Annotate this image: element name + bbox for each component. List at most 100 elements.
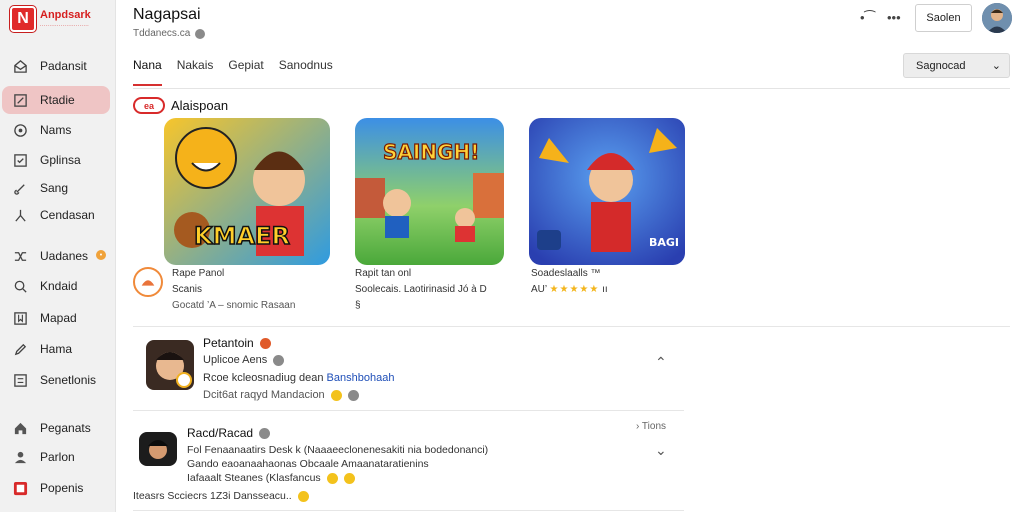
list-item-description: Rcoe kcleosnadiug dean Banshbohaah bbox=[203, 372, 395, 384]
pen-icon bbox=[12, 341, 28, 357]
sidebar-item-gplinsa[interactable]: Gplinsa bbox=[2, 146, 110, 174]
info-icon bbox=[259, 427, 271, 439]
sidebar-item-label: Nams bbox=[40, 123, 72, 137]
card-art-text: KMAER bbox=[193, 221, 290, 251]
list-item-meta: Dcit6at raqyd Mandacion bbox=[203, 389, 359, 401]
game-card-image[interactable]: KMAER bbox=[164, 118, 330, 265]
tabs-divider bbox=[133, 88, 1010, 89]
sidebar-item-label: Padansit bbox=[40, 59, 87, 73]
sidebar-item-label: Sang bbox=[40, 181, 69, 195]
game-card-image[interactable]: SAINGH! bbox=[355, 118, 504, 265]
share-icon[interactable]: •⁀ bbox=[860, 10, 875, 26]
person-icon bbox=[12, 207, 28, 223]
game-card-caption: Rapit tan onl Soolecais. Laotirinasid Jó… bbox=[355, 266, 487, 314]
more-icon[interactable]: ••• bbox=[887, 10, 901, 25]
dropdown-value: Sagnocad bbox=[916, 59, 966, 72]
list-item-title[interactable]: Racd/Racad bbox=[187, 426, 271, 440]
tab-gepiat[interactable]: Gepiat bbox=[228, 58, 263, 86]
list-item-title[interactable]: Petantoin bbox=[203, 336, 271, 350]
emoji-icon bbox=[297, 490, 309, 502]
sidebar-item-label: Rtadie bbox=[40, 93, 75, 107]
sidebar-item-label: Popenis bbox=[40, 481, 84, 495]
game-card-caption: Rape Panol Scanis Gocatd ’A – snomic Ras… bbox=[172, 266, 295, 314]
tab-bar: Nana Nakais Gepiat Sanodnus bbox=[133, 58, 333, 86]
sidebar-item-label: Parlon bbox=[40, 450, 75, 464]
card-subtitle: Soolecais. Laotirinasid Jó à D bbox=[355, 284, 487, 295]
sidebar-item-rtadie[interactable]: Rtadie bbox=[2, 86, 110, 114]
list-item-meta-right: › Tions bbox=[636, 421, 667, 432]
sidebar-item-cendasan[interactable]: Cendasan bbox=[2, 201, 110, 229]
sidebar-item-sang[interactable]: Sang bbox=[2, 174, 110, 202]
list-item-thumbnail[interactable] bbox=[146, 340, 194, 390]
list-divider bbox=[133, 410, 684, 411]
card-title[interactable]: Rape Panol bbox=[172, 266, 295, 282]
list-item-line: Gando eaoanaahaonas Obcaale Amaanatarati… bbox=[187, 458, 429, 470]
sidebar-item-senetlonis[interactable]: Senetlonis bbox=[2, 366, 110, 394]
sidebar-item-label: Kndaid bbox=[40, 279, 78, 293]
section-divider bbox=[133, 326, 1010, 327]
red-square-icon bbox=[12, 480, 28, 496]
emoji-icon bbox=[330, 389, 342, 401]
sidebar-item-label: Gplinsa bbox=[40, 153, 81, 167]
sidebar-item-peganats[interactable]: Peganats bbox=[2, 414, 110, 442]
section-logo-icon: ea bbox=[133, 97, 165, 114]
card-title[interactable]: Soadeslaalls ™ bbox=[531, 266, 608, 282]
header-action-button[interactable]: Saolen bbox=[915, 4, 972, 32]
rating-row: AU’ ★★★★★ ıı bbox=[531, 284, 608, 295]
brand-logo[interactable]: N Anpdsark .......................... bbox=[10, 6, 91, 32]
sidebar-item-popenis[interactable]: Popenis bbox=[2, 474, 110, 502]
document-check-icon bbox=[12, 152, 28, 168]
tab-sanodnus[interactable]: Sanodnus bbox=[279, 58, 333, 86]
chevron-down-icon[interactable]: ⌄ bbox=[655, 442, 667, 459]
emoji-icon bbox=[343, 472, 355, 484]
user-avatar[interactable] bbox=[982, 3, 1012, 33]
info-icon[interactable] bbox=[195, 28, 206, 39]
section-header: ea Alaispoan bbox=[133, 97, 228, 114]
list-item-subtitle: Uplicoe Aens bbox=[203, 354, 285, 366]
list-item-line: Fol Fenaanaatirs Desk k (Naaaeeclonenesa… bbox=[187, 444, 489, 456]
sort-dropdown[interactable]: Sagnocad ⌄ bbox=[903, 53, 1010, 78]
notification-badge: • bbox=[96, 250, 106, 260]
sidebar-item-uadanes[interactable]: Uadanes • bbox=[2, 242, 110, 270]
sidebar-item-label: Hama bbox=[40, 342, 73, 356]
list-item-link[interactable]: Banshbohaah bbox=[327, 372, 395, 384]
sidebar-item-label: Uadanes bbox=[40, 249, 89, 263]
settings-icon bbox=[347, 389, 359, 401]
compass-icon bbox=[12, 122, 28, 138]
emoji-icon bbox=[326, 472, 338, 484]
sidebar-item-label: Cendasan bbox=[40, 208, 95, 222]
card-meta: § bbox=[355, 300, 361, 311]
section-title: Alaispoan bbox=[171, 98, 229, 113]
verified-icon bbox=[259, 337, 271, 349]
card-title[interactable]: Rapit tan onl bbox=[355, 266, 487, 282]
tab-nana[interactable]: Nana bbox=[133, 58, 162, 86]
page-subtitle: Tddanecs.ca bbox=[133, 28, 206, 39]
chevron-up-icon[interactable]: ⌃ bbox=[655, 354, 667, 371]
list-item-footer: Iteasrs Scciecrs 1Z3i Dansseacu.. bbox=[133, 490, 309, 502]
card-meta: Gocatd ’A – snomic Rasaan bbox=[172, 300, 296, 311]
publisher-avatar[interactable] bbox=[133, 267, 163, 297]
info-icon bbox=[273, 354, 285, 366]
search-icon bbox=[12, 278, 28, 294]
sidebar-item-padansit[interactable]: Padansit bbox=[2, 52, 110, 80]
list-item-thumbnail[interactable] bbox=[139, 432, 177, 466]
sidebar-item-hama[interactable]: Hama bbox=[2, 335, 110, 363]
game-card-image[interactable]: BAGI bbox=[529, 118, 685, 265]
chevron-down-icon: ⌄ bbox=[991, 60, 1001, 72]
sidebar-item-mapad[interactable]: Mapad bbox=[2, 304, 110, 332]
sidebar-item-label: Senetlonis bbox=[40, 373, 97, 387]
card-subtitle: Scanis bbox=[172, 284, 203, 295]
shuffle-icon bbox=[12, 248, 28, 264]
brand-name: Anpdsark bbox=[40, 9, 91, 21]
list-item-line: Iafaaalt Steanes (Klasfancus bbox=[187, 472, 355, 484]
rating-stars: ★★★★★ bbox=[549, 284, 600, 295]
sidebar-item-parlon[interactable]: Parlon bbox=[2, 443, 110, 471]
tab-nakais[interactable]: Nakais bbox=[177, 58, 214, 86]
page-title: Nagapsai bbox=[133, 6, 201, 23]
sidebar-item-nams[interactable]: Nams bbox=[2, 116, 110, 144]
card-art-text: BAGI bbox=[649, 236, 680, 249]
music-icon bbox=[12, 180, 28, 196]
sidebar-item-kndaid[interactable]: Kndaid bbox=[2, 272, 110, 300]
brand-tagline: .......................... bbox=[40, 22, 90, 28]
edit-square-icon bbox=[12, 92, 28, 108]
